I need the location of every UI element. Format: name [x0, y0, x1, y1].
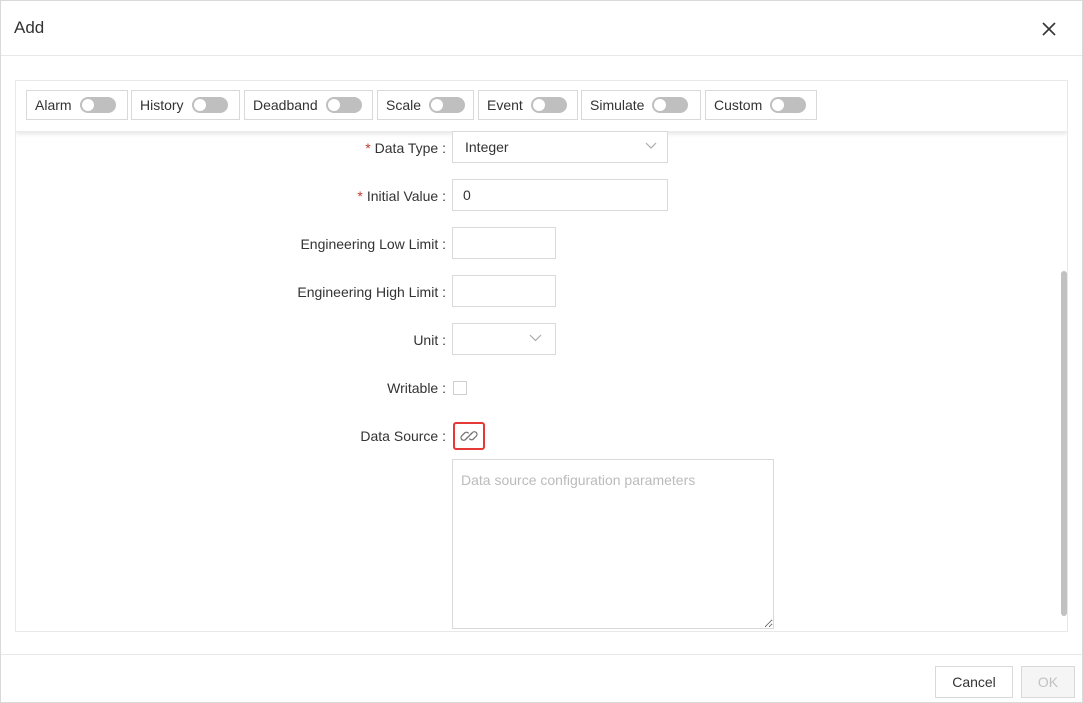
initial-value-input[interactable]: [453, 180, 667, 210]
vertical-scrollbar[interactable]: [1061, 136, 1067, 631]
form-panel: Alarm History Deadband Scale Event Simul…: [15, 80, 1068, 632]
eng-high-limit-label: Engineering High Limit :: [297, 284, 446, 300]
dialog-footer: Cancel OK: [1, 654, 1082, 703]
dialog-title: Add: [14, 18, 45, 37]
toggle-scale: Scale: [377, 90, 474, 120]
add-dialog: Add Alarm History Deadband Scale Event S…: [0, 0, 1083, 703]
history-switch[interactable]: [191, 97, 228, 113]
feature-toggle-bar: Alarm History Deadband Scale Event Simul…: [16, 81, 1067, 132]
toggle-label: Deadband: [253, 97, 318, 113]
link-icon: [460, 431, 478, 441]
cancel-button[interactable]: Cancel: [935, 666, 1013, 698]
initial-value-input-wrap: [452, 179, 668, 211]
data-source-label: Data Source :: [360, 428, 446, 444]
eng-high-limit-input-wrap: [452, 275, 556, 307]
data-source-link-button[interactable]: [453, 422, 485, 450]
toggle-label: Simulate: [590, 97, 645, 113]
toggle-deadband: Deadband: [244, 90, 373, 120]
chevron-down-icon: [645, 142, 657, 149]
initial-value-label: * Initial Value :: [357, 188, 446, 204]
toggle-custom: Custom: [705, 90, 817, 120]
event-switch[interactable]: [530, 97, 567, 113]
eng-low-limit-label: Engineering Low Limit :: [300, 236, 446, 252]
scale-switch[interactable]: [429, 97, 465, 113]
data-source-config-textarea[interactable]: [452, 459, 774, 629]
data-type-select[interactable]: Integer: [452, 131, 668, 163]
unit-select[interactable]: [452, 323, 556, 355]
toggle-history: History: [131, 90, 240, 120]
toggle-label: Alarm: [35, 97, 72, 113]
chevron-down-icon: [529, 334, 542, 342]
scrollbar-thumb[interactable]: [1061, 271, 1067, 616]
toggle-simulate: Simulate: [581, 90, 701, 120]
eng-low-limit-input-wrap: [452, 227, 556, 259]
deadband-switch[interactable]: [325, 97, 362, 113]
toggle-label: Event: [487, 97, 523, 113]
toggle-event: Event: [478, 90, 578, 120]
required-marker: *: [365, 140, 371, 156]
toggle-label: Custom: [714, 97, 763, 113]
required-marker: *: [357, 188, 363, 204]
close-icon: [1042, 22, 1056, 36]
eng-low-limit-input[interactable]: [453, 228, 555, 258]
eng-high-limit-input[interactable]: [453, 276, 555, 306]
dialog-header: Add: [1, 1, 1082, 56]
writable-label: Writable :: [387, 380, 446, 396]
toggle-label: Scale: [386, 97, 422, 113]
simulate-switch[interactable]: [652, 97, 689, 113]
ok-button[interactable]: OK: [1021, 666, 1075, 698]
close-button[interactable]: [1039, 19, 1059, 39]
data-type-value: Integer: [465, 139, 509, 155]
toggle-alarm: Alarm: [26, 90, 128, 120]
data-type-label: * Data Type :: [365, 140, 446, 156]
custom-switch[interactable]: [770, 97, 807, 113]
unit-label: Unit :: [413, 332, 446, 348]
alarm-switch[interactable]: [79, 97, 116, 113]
toggle-label: History: [140, 97, 184, 113]
writable-checkbox[interactable]: [453, 381, 467, 395]
